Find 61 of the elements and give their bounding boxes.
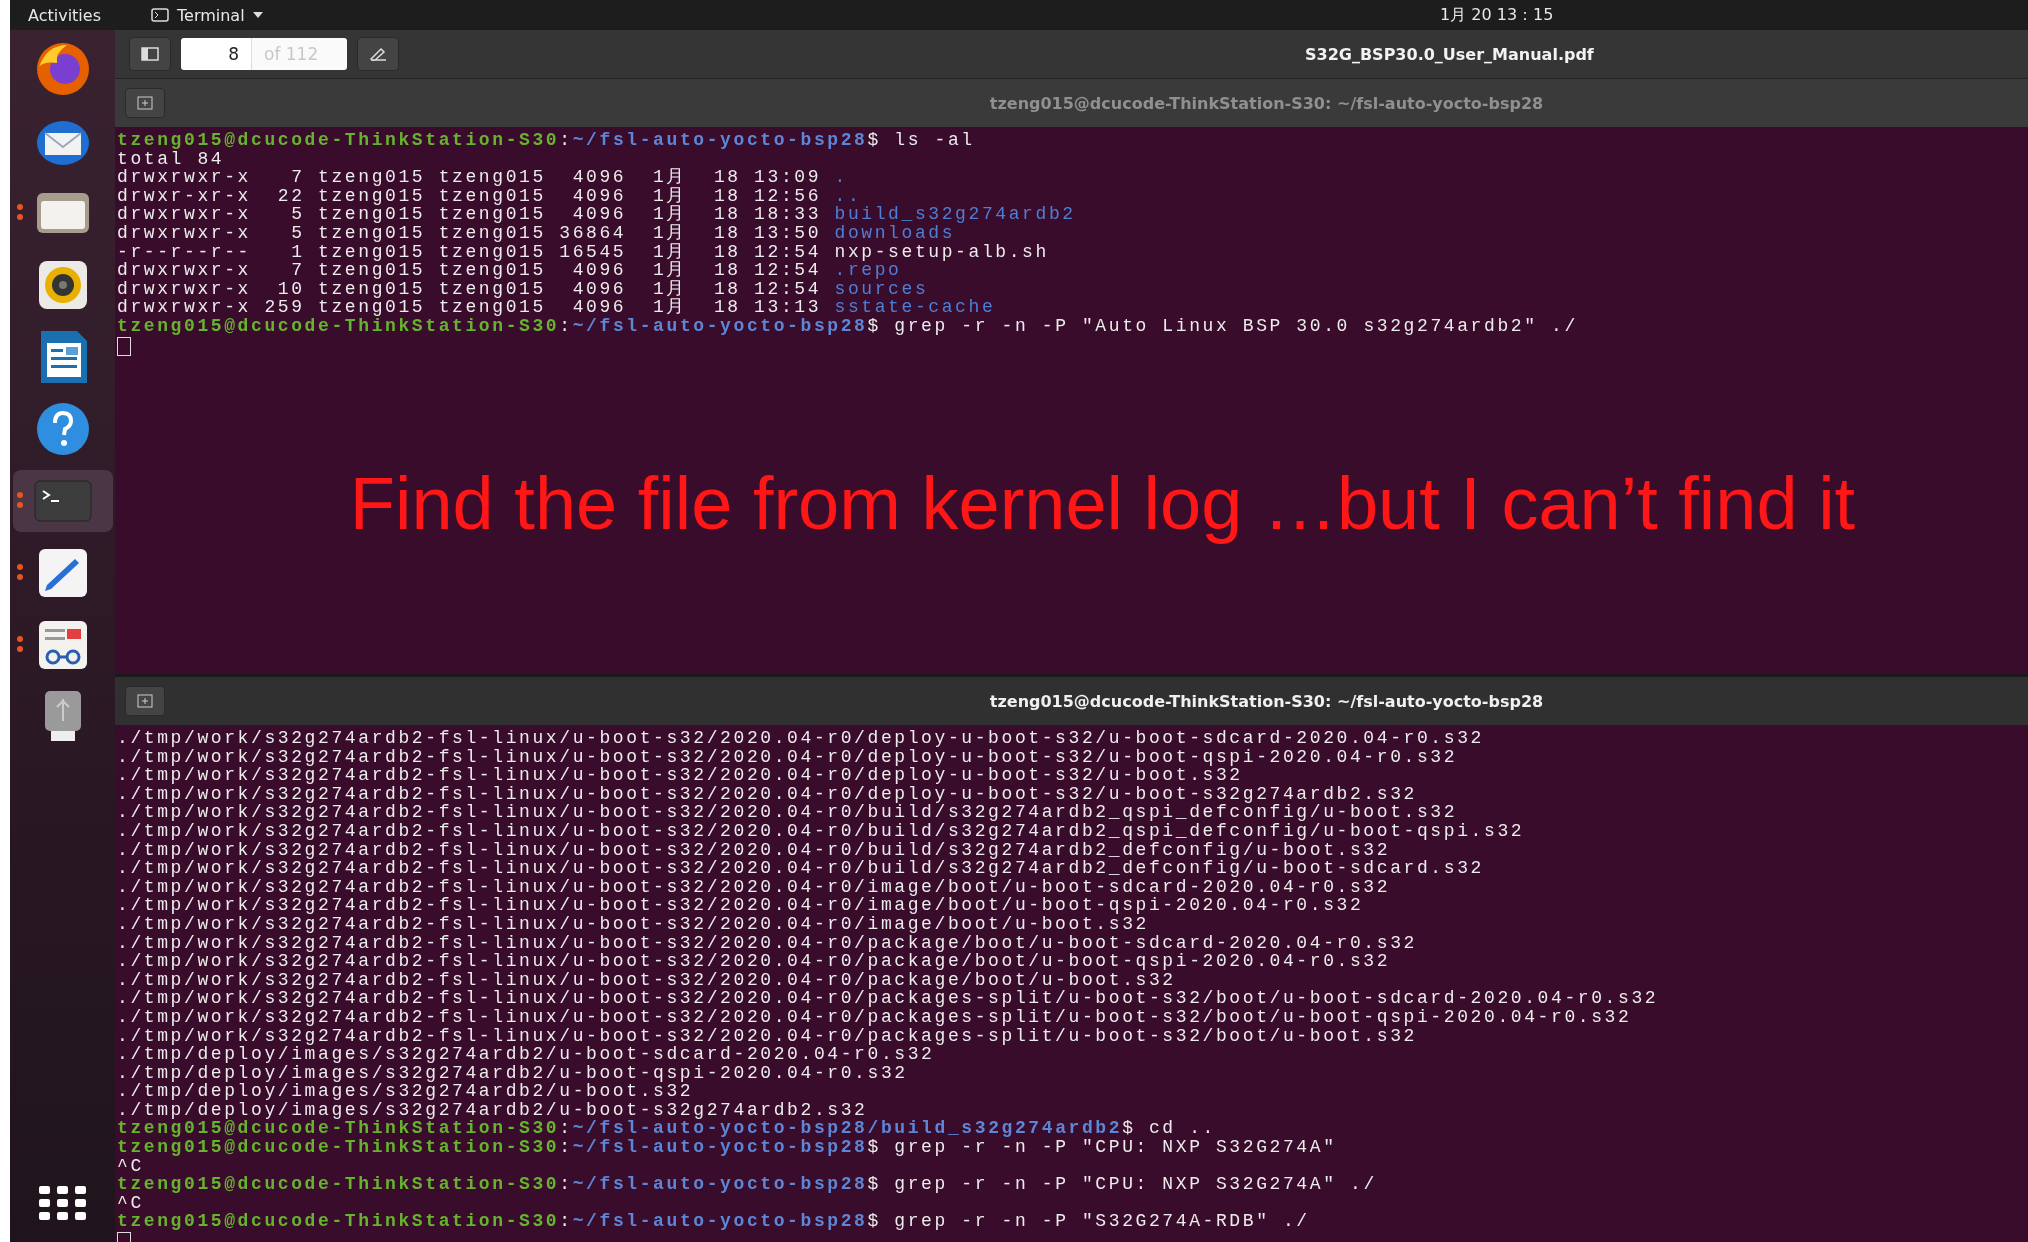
pencil-icon <box>369 47 387 61</box>
terminal-line: ./tmp/work/s32g274ardb2-fsl-linux/u-boot-s32/2020.04-r0/package/boot/u-boot.s32 <box>117 970 1176 990</box>
terminal-line: drwxr-xr-x 22 tzeng015 tzeng015 4096 1月 18 12:56 .. <box>117 186 863 206</box>
terminal-line: ./tmp/work/s32g274ardb2-fsl-linux/u-boot-s32/2020.04-r0/deploy-u-boot-s32/u-boot-qspi-2020.04-r0.s32 <box>117 747 1458 767</box>
caret-icon <box>252 12 263 18</box>
sidebar-icon <box>141 47 159 61</box>
terminal-line: ./tmp/work/s32g274ardb2-fsl-linux/u-boot-s32/2020.04-r0/image/boot/u-boot-sdcard-2020.04-r0.s32 <box>117 877 1391 897</box>
page-number-field[interactable]: 8 <box>181 38 251 70</box>
clock[interactable]: 1月 20 13：15 <box>1440 4 1554 26</box>
app-menu[interactable]: Terminal <box>177 5 245 25</box>
running-indicator <box>16 204 23 220</box>
terminal-line: ./tmp/deploy/images/s32g274ardb2/u-boot.s32 <box>117 1082 694 1101</box>
terminal-line: drwxrwxr-x 7 tzeng015 tzeng015 4096 1月 18 12:54 .repo <box>117 261 902 280</box>
terminal-line: drwxrwxr-x 5 tzeng015 tzeng015 36864 1月 18 13:50 downloads <box>117 223 956 243</box>
terminal-line: drwxrwxr-x 5 tzeng015 tzeng015 4096 1月 18 18:33 build_s32g274ardb2 <box>117 205 1077 224</box>
terminal-line: ./tmp/work/s32g274ardb2-fsl-linux/u-boot-s32/2020.04-r0/build/s32g274ardb2_qspi_defconfig/u-boot.s32 <box>117 803 1459 822</box>
terminal-line: ./tmp/work/s32g274ardb2-fsl-linux/u-boot-s32/2020.04-r0/package/boot/u-boot-qspi-2020.04-r0.s32 <box>117 952 1391 971</box>
terminal-line: ./tmp/work/s32g274ardb2-fsl-linux/u-boot-s32/2020.04-r0/package/boot/u-boot-sdcard-2020.04-r0.s32 <box>117 933 1418 953</box>
terminal-line: ./tmp/work/s32g274ardb2-fsl-linux/u-boot-s32/2020.04-r0/image/boot/u-boot-qspi-2020.04-r0.s32 <box>117 896 1364 915</box>
annotation-text: Find the file from kernel log …but I can’t find it <box>349 460 1856 546</box>
new-tab-icon <box>137 694 153 708</box>
terminal-line: tzeng015@dcucode-ThinkStation-S30:~/fsl-auto-yocto-bsp28$ ls -al <box>117 131 976 150</box>
activities-button[interactable]: Activities <box>28 5 101 25</box>
terminal-line: drwxrwxr-x 7 tzeng015 tzeng015 4096 1月 18 13:09 . <box>117 168 849 187</box>
terminal-line: tzeng015@dcucode-ThinkStation-S30:~/fsl-auto-yocto-bsp28$ grep -r -n -P "Auto Linux BSP 30.0 s32g274ardb2" ./ <box>117 316 1579 336</box>
terminal-line: tzeng015@dcucode-ThinkStation-S30:~/fsl-auto-yocto-bsp28/build_s32g274ardb2$ cd .. <box>117 1119 1217 1139</box>
app-grid-icon[interactable] <box>38 1186 87 1222</box>
terminal-line: total 84 <box>117 149 225 169</box>
terminal-line: tzeng015@dcucode-ThinkStation-S30:~/fsl-auto-yocto-bsp28$ grep -r -n -P "CPU: NXP S32G274A" ./ <box>117 1175 1378 1194</box>
terminal-line: ^C <box>117 1156 144 1176</box>
terminal-line: tzeng015@dcucode-ThinkStation-S30:~/fsl-auto-yocto-bsp28$ grep -r -n -P "S32G274A-RDB" ./ <box>117 1212 1311 1232</box>
terminal-line: ./tmp/work/s32g274ardb2-fsl-linux/u-boot-s32/2020.04-r0/deploy-u-boot-s32/u-boot-s32g274ardb2.s32 <box>117 784 1418 804</box>
terminal-title: tzeng015@dcucode-ThinkStation-S30: ~/fsl-auto-yocto-bsp28 <box>988 93 1545 113</box>
terminal-line: ./tmp/work/s32g274ardb2-fsl-linux/u-boot-s32/2020.04-r0/image/boot/u-boot.s32 <box>117 914 1149 934</box>
terminal-line: ./tmp/work/s32g274ardb2-fsl-linux/u-boot-s32/2020.04-r0/deploy-u-boot-s32/u-boot-sdcard-2020.04-r0.s32 <box>117 729 1485 748</box>
terminal-line: -r--r--r-- 1 tzeng015 tzeng015 16545 1月 18 12:54 nxp-setup-alb.sh <box>117 242 1050 262</box>
terminal-line: ./tmp/work/s32g274ardb2-fsl-linux/u-boot-s32/2020.04-r0/packages-split/u-boot-s32/boot/u-boot.s32 <box>117 1026 1417 1046</box>
terminal-line: ./tmp/deploy/images/s32g274ardb2/u-boot-sdcard-2020.04-r0.s32 <box>117 1045 935 1064</box>
terminal-line: ./tmp/deploy/images/s32g274ardb2/u-boot-s32g274ardb2.s32 <box>117 1100 869 1120</box>
terminal-line: ./tmp/work/s32g274ardb2-fsl-linux/u-boot-s32/2020.04-r0/deploy-u-boot-s32/u-boot.s32 <box>117 766 1243 785</box>
terminal-line: drwxrwxr-x 259 tzeng015 tzeng015 4096 1月 18 13:13 sstate-cache <box>117 298 997 317</box>
document-title: S32G_BSP30.0_User_Manual.pdf <box>1305 44 1594 64</box>
terminal-line: ./tmp/work/s32g274ardb2-fsl-linux/u-boot-s32/2020.04-r0/packages-split/u-boot-s32/boot/u-boot-sdcard-2020.04-r0.s32 <box>117 989 1660 1008</box>
terminal-line: ./tmp/work/s32g274ardb2-fsl-linux/u-boot-s32/2020.04-r0/build/s32g274ardb2_qspi_defconfig/u-boot-qspi.s32 <box>117 821 1526 841</box>
terminal-line: ./tmp/work/s32g274ardb2-fsl-linux/u-boot-s32/2020.04-r0/packages-split/u-boot-s32/boot/u-boot-qspi-2020.04-r0.s32 <box>117 1007 1632 1027</box>
new-tab-icon <box>137 96 153 110</box>
running-indicator <box>16 492 23 508</box>
sidebar-toggle-button[interactable] <box>129 37 171 71</box>
running-indicator <box>16 564 23 580</box>
terminal-line: ./tmp/deploy/images/s32g274ardb2/u-boot-qspi-2020.04-r0.s32 <box>117 1063 908 1083</box>
terminal-icon <box>151 8 169 22</box>
terminal-line: tzeng015@dcucode-ThinkStation-S30:~/fsl-auto-yocto-bsp28$ grep -r -n -P "CPU: NXP S32G274A" <box>117 1138 1338 1157</box>
running-indicator <box>16 636 23 652</box>
terminal-title: tzeng015@dcucode-ThinkStation-S30: ~/fsl-auto-yocto-bsp28 <box>988 691 1545 711</box>
new-tab-button[interactable] <box>125 686 165 716</box>
terminal-line: ./tmp/work/s32g274ardb2-fsl-linux/u-boot-s32/2020.04-r0/build/s32g274ardb2_defconfig/u-boot-sdcard.s32 <box>117 859 1485 878</box>
terminal-line: ^C <box>117 1193 144 1213</box>
terminal-line: drwxrwxr-x 10 tzeng015 tzeng015 4096 1月 18 12:54 sources <box>117 279 930 299</box>
terminal-line: ./tmp/work/s32g274ardb2-fsl-linux/u-boot-s32/2020.04-r0/build/s32g274ardb2_defconfig/u-boot.s32 <box>117 840 1391 860</box>
annotate-button[interactable] <box>357 37 399 71</box>
new-tab-button[interactable] <box>125 88 165 118</box>
